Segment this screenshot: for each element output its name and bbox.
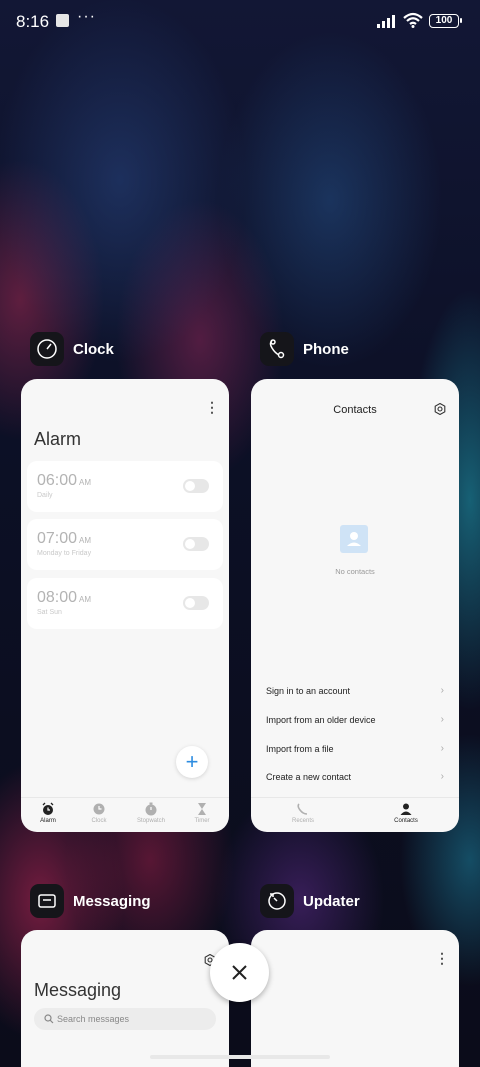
import-older-device-row[interactable]: Import from an older device › bbox=[266, 714, 444, 725]
messaging-app-card[interactable]: Messaging Search messages bbox=[21, 930, 229, 1067]
alarm-item[interactable]: 08:00 AM Sat Sun bbox=[27, 578, 223, 629]
signal-icon bbox=[377, 15, 395, 28]
phone-icon bbox=[260, 332, 294, 366]
more-options-icon[interactable]: ⋮ bbox=[435, 950, 449, 967]
settings-gear-icon[interactable] bbox=[434, 403, 446, 415]
clock-tab-icon bbox=[93, 803, 105, 815]
timer-icon bbox=[198, 803, 206, 815]
status-time: 8:16 bbox=[16, 12, 50, 31]
close-icon bbox=[232, 965, 247, 980]
alarm-repeat: Monday to Friday bbox=[37, 550, 92, 557]
clock-app-name: Clock bbox=[73, 340, 114, 358]
updater-app-card[interactable]: ⋮ bbox=[251, 930, 459, 1067]
wifi-icon bbox=[403, 12, 423, 28]
status-bar: 8:16 ··· 100 bbox=[0, 0, 480, 42]
clear-all-button[interactable] bbox=[210, 943, 269, 1002]
alarm-title: Alarm bbox=[34, 429, 82, 449]
alarm-item[interactable]: 06:00 AM Daily bbox=[27, 461, 223, 512]
messaging-app-name: Messaging bbox=[73, 892, 151, 910]
clock-app-header[interactable]: Clock bbox=[30, 332, 114, 366]
clock-icon bbox=[30, 332, 64, 366]
search-icon bbox=[44, 1014, 54, 1024]
alarm-time: 07:00 AM bbox=[37, 530, 92, 547]
alarm-time: 06:00 AM bbox=[37, 472, 92, 489]
alarm-icon bbox=[42, 802, 54, 815]
clock-app-card[interactable]: ⋮ Alarm 06:00 AM Daily 07:00 AM Monday to … bbox=[21, 379, 229, 832]
messaging-icon bbox=[30, 884, 64, 918]
phone-app-header[interactable]: Phone bbox=[260, 332, 349, 366]
alarm-repeat: Daily bbox=[37, 492, 53, 499]
import-file-row[interactable]: Import from a file › bbox=[266, 743, 444, 754]
chevron-right-icon: › bbox=[440, 714, 444, 725]
contacts-title: Contacts bbox=[333, 404, 377, 416]
chevron-right-icon: › bbox=[440, 685, 444, 696]
more-options-icon[interactable]: ⋮ bbox=[205, 399, 219, 416]
stopwatch-icon bbox=[145, 802, 157, 816]
phone-tab-bar: Recents Contacts bbox=[251, 797, 459, 832]
sign-in-account-row[interactable]: Sign in to an account › bbox=[266, 685, 444, 696]
person-icon bbox=[400, 803, 412, 815]
alarm-toggle[interactable] bbox=[183, 596, 209, 610]
tab-stopwatch[interactable]: Stopwatch bbox=[125, 802, 177, 824]
tab-recents[interactable]: Recents bbox=[277, 802, 329, 824]
add-alarm-button[interactable]: + bbox=[176, 746, 208, 778]
empty-contacts-illustration bbox=[340, 525, 368, 553]
battery-icon: 100 bbox=[429, 14, 462, 28]
updater-app-header[interactable]: Updater bbox=[260, 884, 360, 918]
messaging-app-header[interactable]: Messaging bbox=[30, 884, 151, 918]
alarm-repeat: Sat Sun bbox=[37, 609, 62, 616]
tab-contacts[interactable]: Contacts bbox=[380, 802, 432, 824]
notification-square-icon bbox=[56, 14, 69, 27]
clock-tab-bar: Alarm Clock Stopwatch Timer bbox=[21, 797, 229, 832]
create-contact-row[interactable]: Create a new contact › bbox=[266, 771, 444, 782]
home-indicator[interactable] bbox=[150, 1055, 330, 1059]
phone-app-card[interactable]: Contacts No contacts Sign in to an accou… bbox=[251, 379, 459, 832]
empty-contacts-text: No contacts bbox=[335, 567, 375, 576]
tab-alarm[interactable]: Alarm bbox=[22, 802, 74, 824]
alarm-toggle[interactable] bbox=[183, 479, 209, 493]
updater-app-name: Updater bbox=[303, 892, 360, 910]
tab-clock[interactable]: Clock bbox=[73, 802, 125, 824]
updater-icon bbox=[260, 884, 294, 918]
alarm-toggle[interactable] bbox=[183, 537, 209, 551]
messaging-title: Messaging bbox=[34, 980, 122, 1000]
chevron-right-icon: › bbox=[440, 743, 444, 754]
phone-app-name: Phone bbox=[303, 340, 349, 358]
alarm-time: 08:00 AM bbox=[37, 589, 92, 606]
search-messages-input[interactable]: Search messages bbox=[34, 1008, 216, 1030]
more-notifications-icon: ··· bbox=[77, 8, 96, 25]
tab-timer[interactable]: Timer bbox=[176, 802, 228, 824]
chevron-right-icon: › bbox=[440, 771, 444, 782]
phone-handset-icon bbox=[297, 803, 308, 815]
alarm-item[interactable]: 07:00 AM Monday to Friday bbox=[27, 519, 223, 570]
